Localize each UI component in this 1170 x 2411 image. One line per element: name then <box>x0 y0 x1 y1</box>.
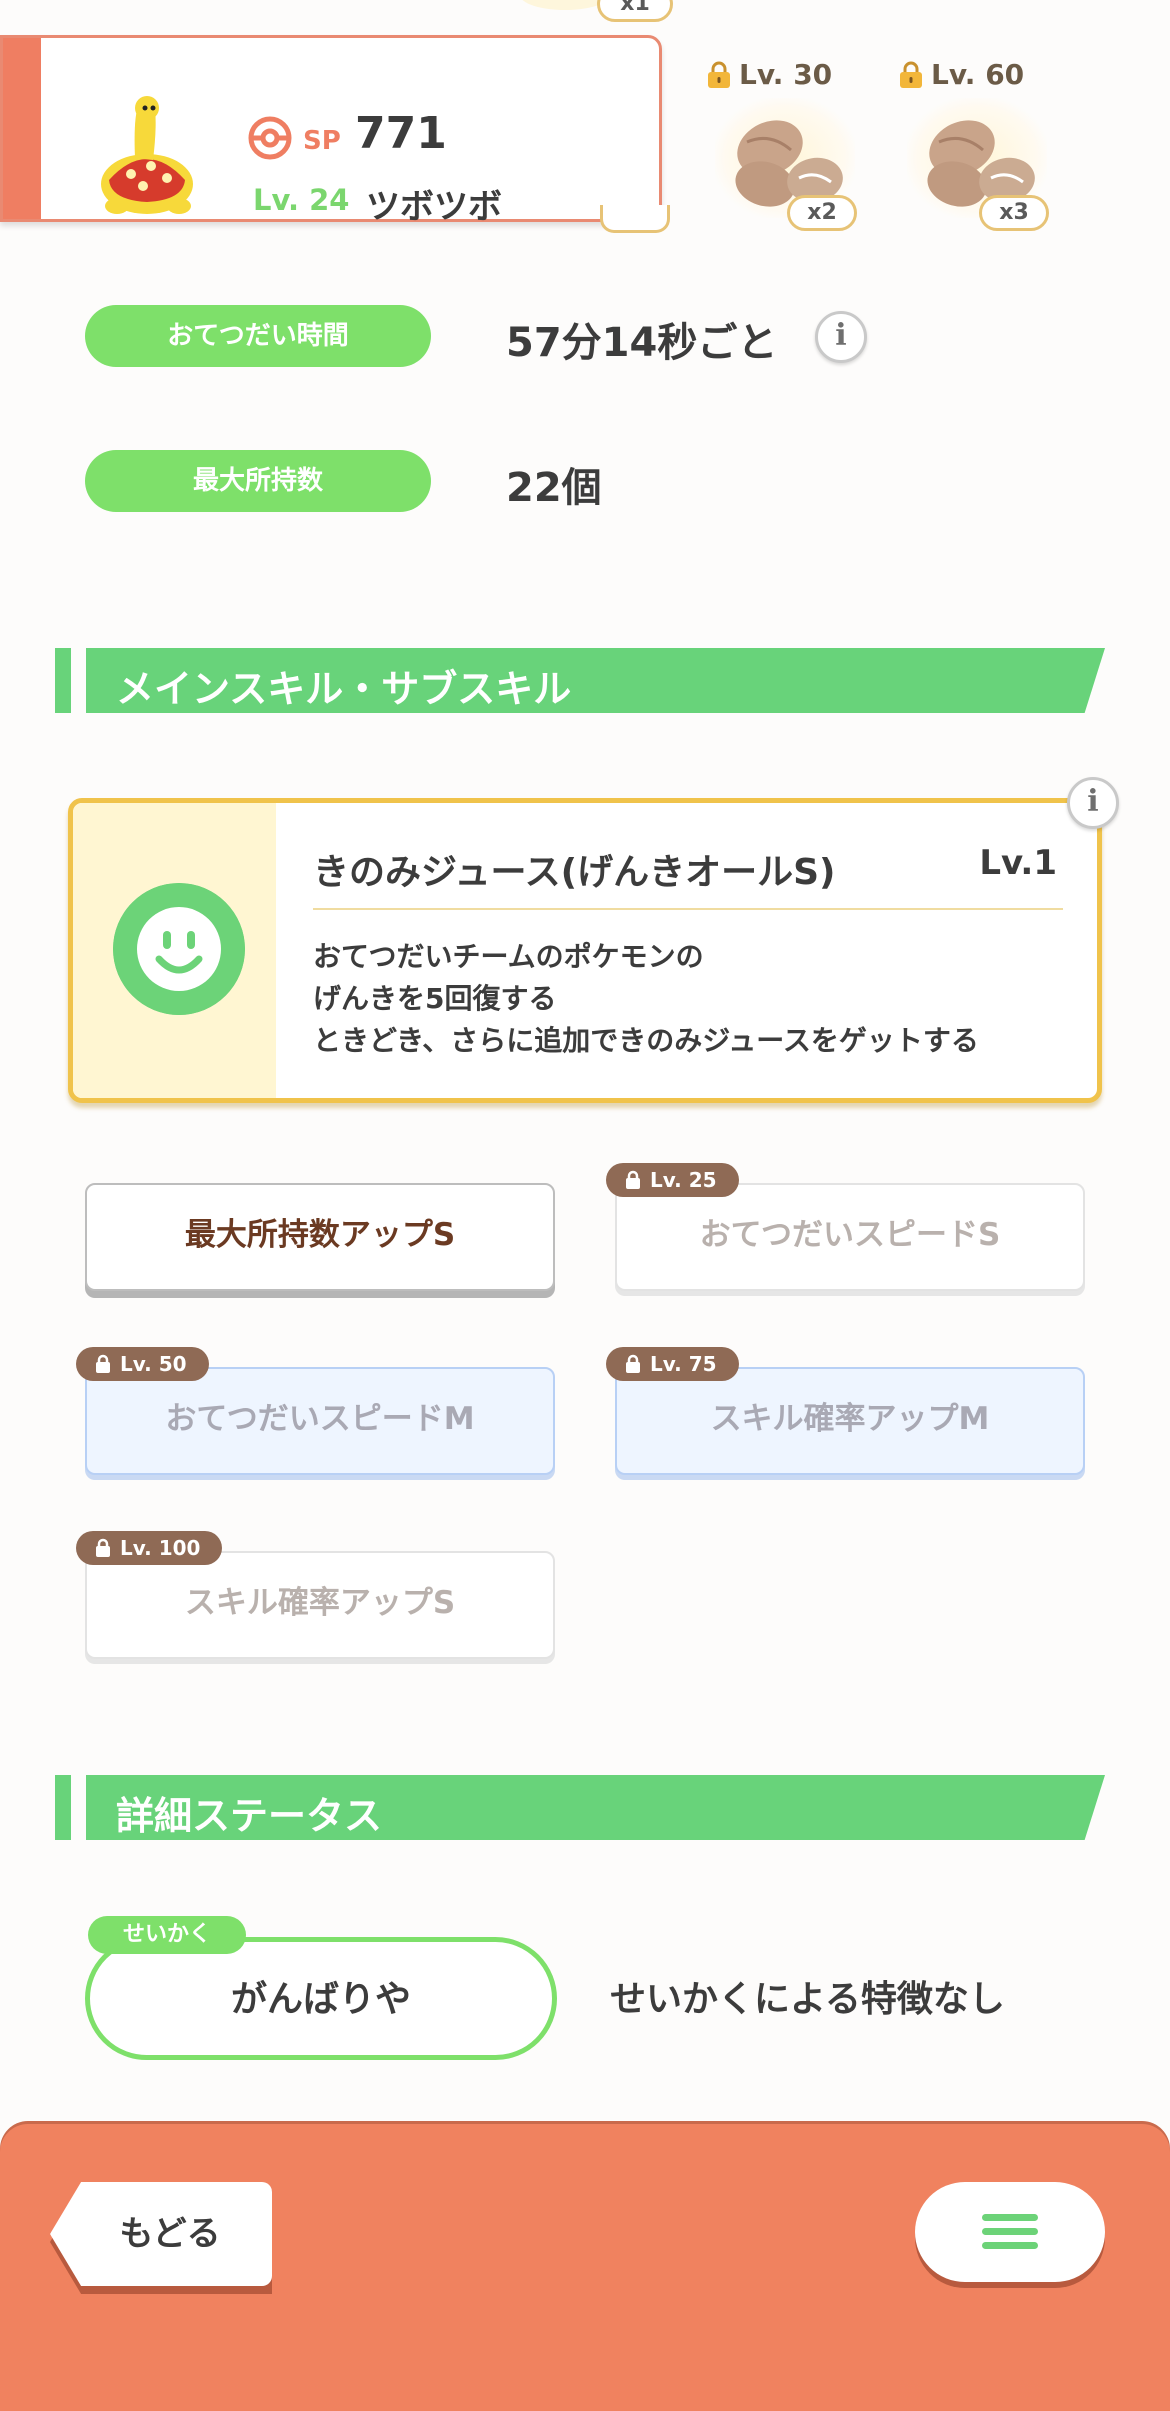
max-carry-label: 最大所持数 <box>85 450 431 512</box>
section-header-accent <box>55 1775 71 1840</box>
skill-desc-line: げんきを5回復する <box>313 982 557 1015</box>
sub-skill-lock-level: Lv. 50 <box>120 1352 187 1376</box>
detail-section-header: 詳細ステータス <box>55 1775 1105 1840</box>
pokemon-detail-page: x1 SP 771 Lv. 24 ツボツボ Lv. 30 x2 Lv. 60 x… <box>0 0 1170 2411</box>
menu-button[interactable] <box>915 2182 1105 2282</box>
main-skill-card[interactable]: きのみジュース(げんきオールS) Lv.1 おてつだいチームのポケモンの げんき… <box>68 798 1102 1103</box>
ingredient-lock-tag: Lv. 30 <box>705 58 832 91</box>
help-time-info-icon[interactable]: i <box>815 311 867 363</box>
pokemon-level: Lv. 24 <box>253 183 350 217</box>
lock-icon <box>96 1354 110 1373</box>
skills-section-title: メインスキル・サブスキル <box>116 667 572 711</box>
sub-skill-lock-tag: Lv. 25 <box>606 1163 739 1197</box>
sub-skill-lock-level: Lv. 25 <box>650 1168 717 1192</box>
lock-icon <box>900 61 922 88</box>
ingredient-lock-level: Lv. 30 <box>739 58 833 91</box>
sub-skill-lock-tag: Lv. 50 <box>76 1347 209 1381</box>
ingredient-lock-tag: Lv. 60 <box>897 58 1024 91</box>
skill-desc-line: ときどき、さらに追加できのみジュースをゲットする <box>313 1024 979 1057</box>
section-header-accent <box>55 648 71 713</box>
back-button[interactable]: もどる <box>50 2182 272 2286</box>
sub-skill-5[interactable]: スキル確率アップS <box>85 1551 555 1659</box>
lock-icon <box>626 1170 640 1189</box>
menu-icon-line <box>982 2228 1038 2235</box>
lock-icon <box>708 61 730 88</box>
sub-skill-3[interactable]: おてつだいスピードM <box>85 1367 555 1475</box>
main-skill-info-icon[interactable]: i <box>1067 777 1119 829</box>
main-skill-name: きのみジュース(げんきオールS) <box>313 852 836 893</box>
pokemon-sprite <box>101 96 193 214</box>
ingredient-qty: x2 <box>787 195 857 231</box>
nature-value: がんばりや <box>230 1979 411 2020</box>
detail-section-title: 詳細ステータス <box>116 1794 383 1838</box>
sub-skill-lock-tag: Lv. 75 <box>606 1347 739 1381</box>
skills-section-header: メインスキル・サブスキル <box>55 648 1105 713</box>
nature-description: せいかくによる特徴なし <box>610 1979 1005 2020</box>
help-time-label: おてつだい時間 <box>85 305 431 367</box>
ingredient-qty: x3 <box>979 195 1049 231</box>
help-time-value: 57分14秒ごと <box>506 320 778 366</box>
max-carry-value: 22個 <box>506 465 602 511</box>
sub-skill-lock-level: Lv. 100 <box>120 1536 201 1560</box>
main-skill-level: Lv.1 <box>979 843 1057 883</box>
menu-icon-line <box>982 2214 1038 2221</box>
skill-divider <box>313 908 1063 910</box>
sub-skill-4[interactable]: スキル確率アップM <box>615 1367 1085 1475</box>
nature-tag: せいかく <box>88 1916 246 1954</box>
top-qty-badge: x1 <box>597 0 673 22</box>
sp-value: 771 <box>355 108 447 159</box>
ingredient-slot-lv60[interactable]: Lv. 60 x3 <box>897 58 1067 238</box>
sub-skill-lock-tag: Lv. 100 <box>76 1531 223 1565</box>
main-skill-description: おてつだいチームのポケモンの げんきを5回復する ときどき、さらに追加できのみジ… <box>313 936 979 1062</box>
smile-face-icon <box>113 883 245 1015</box>
pokemon-header-card: SP 771 Lv. 24 ツボツボ <box>0 35 662 227</box>
ingredient-lock-level: Lv. 60 <box>931 58 1025 91</box>
menu-icon-line <box>982 2242 1038 2249</box>
sub-skill-1[interactable]: 最大所持数アップS <box>85 1183 555 1291</box>
ingredient-slot-lv30[interactable]: Lv. 30 x2 <box>705 58 875 238</box>
sp-label: SP <box>303 126 341 156</box>
sp-pokeball-icon <box>248 116 292 160</box>
sub-skill-2[interactable]: おてつだいスピードS <box>615 1183 1085 1291</box>
card-stripe <box>3 38 41 219</box>
hidden-badge-fragment <box>600 205 670 233</box>
pokemon-name: ツボツボ <box>366 187 502 227</box>
skill-desc-line: おてつだいチームのポケモンの <box>313 940 704 973</box>
sub-skill-lock-level: Lv. 75 <box>650 1352 717 1376</box>
lock-icon <box>626 1354 640 1373</box>
lock-icon <box>96 1538 110 1557</box>
